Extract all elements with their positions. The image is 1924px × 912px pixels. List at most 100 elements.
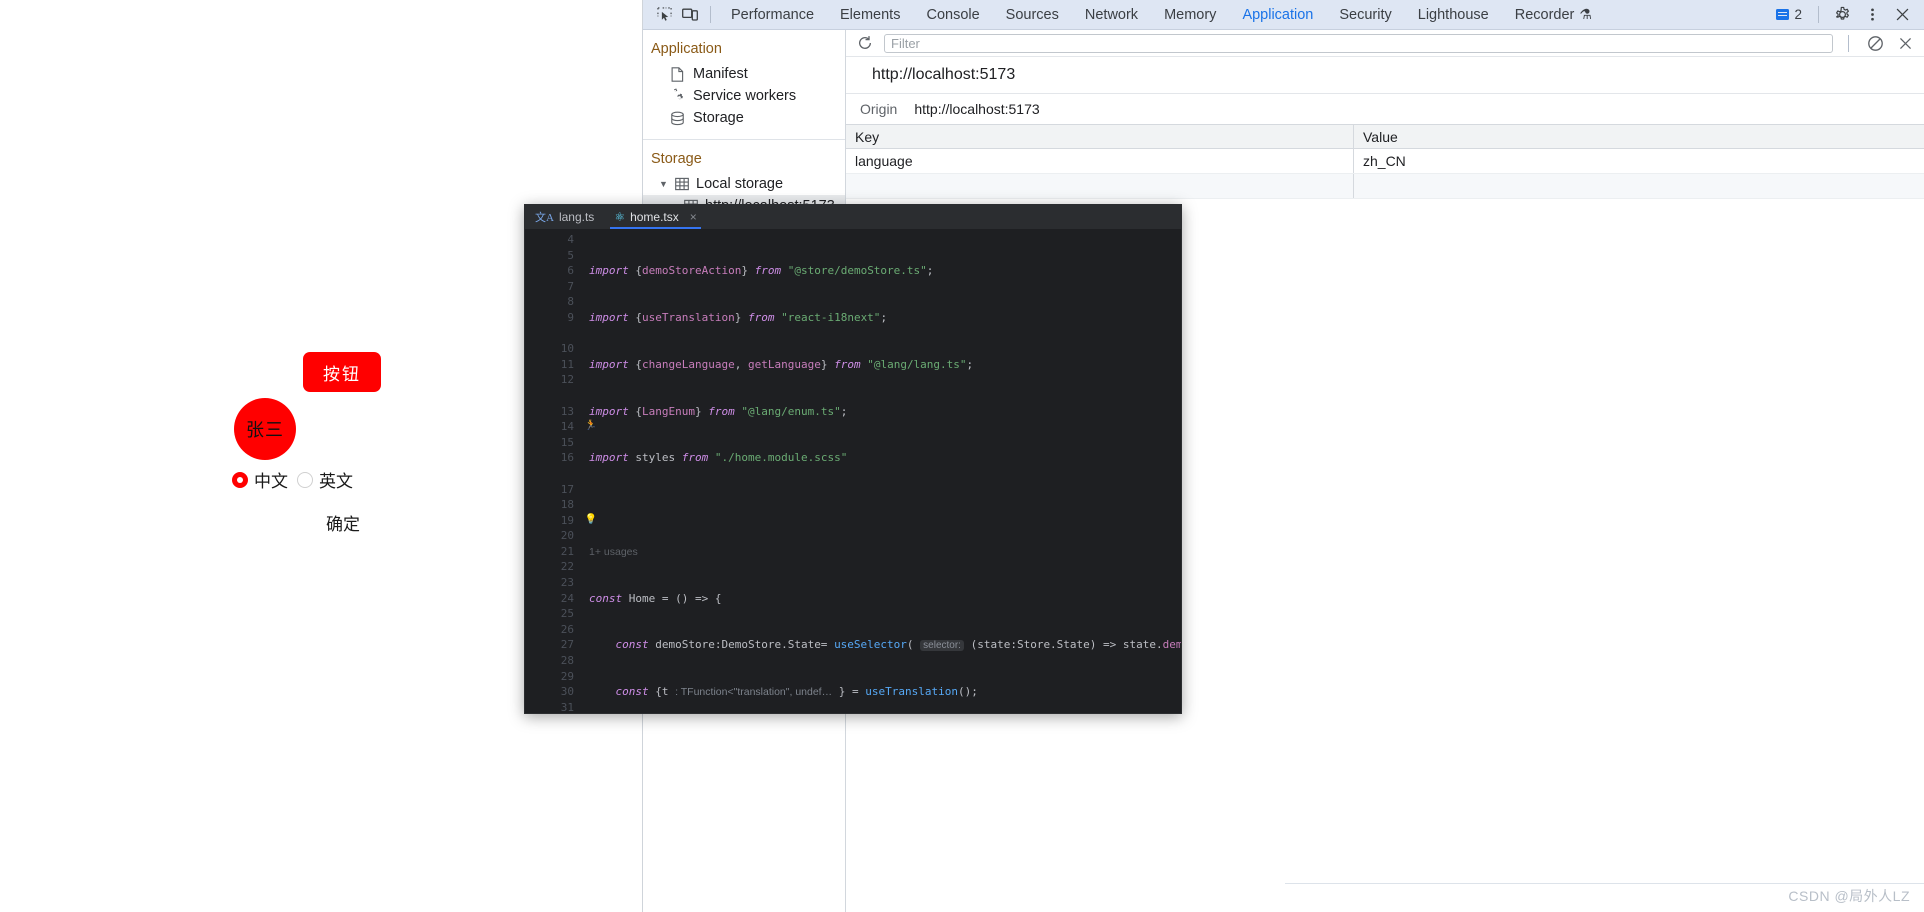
tab-recorder[interactable]: Recorder ⚗ bbox=[1502, 0, 1605, 29]
close-icon[interactable] bbox=[1888, 2, 1916, 28]
editor-gutter: 4 5 6 7 8 9 10 11 12 13 14 🏃 15 16 17 18… bbox=[525, 229, 597, 713]
line-number: 9 bbox=[567, 310, 574, 324]
tab-network[interactable]: Network bbox=[1072, 0, 1151, 29]
refresh-icon[interactable] bbox=[854, 32, 876, 54]
tab-recorder-label: Recorder bbox=[1514, 6, 1575, 23]
devtools-toolbar: Performance Elements Console Sources Net… bbox=[643, 0, 1924, 30]
line-number: 21 bbox=[560, 544, 574, 558]
sidebar-label-manifest: Manifest bbox=[693, 66, 748, 82]
line-number-usage-spacer bbox=[525, 388, 579, 404]
origin-value: http://localhost:5173 bbox=[914, 101, 1040, 117]
tab-memory[interactable]: Memory bbox=[1151, 0, 1229, 29]
line-number: 16 bbox=[560, 451, 574, 465]
gear-icon[interactable] bbox=[1828, 2, 1856, 28]
cell-key[interactable]: language bbox=[846, 149, 1354, 173]
demo-app-container: 按钮 张三 中文 英文 确定 bbox=[232, 352, 452, 535]
tab-console[interactable]: Console bbox=[913, 0, 992, 29]
line-number: 24 bbox=[560, 591, 574, 605]
origin-label: Origin bbox=[860, 101, 898, 117]
radio-label-english: 英文 bbox=[319, 472, 353, 491]
cell-value[interactable]: zh_CN bbox=[1354, 149, 1924, 173]
code-line-7: import {LangEnum} from "@lang/enum.ts"; bbox=[589, 404, 848, 418]
watermark-text: CSDN @局外人LZ bbox=[1788, 888, 1910, 904]
radio-dot-icon-english[interactable] bbox=[297, 471, 313, 488]
close-icon-tab[interactable]: × bbox=[690, 210, 697, 224]
editor-tab-label-home: home.tsx bbox=[630, 210, 679, 224]
toolbar-divider bbox=[710, 6, 711, 23]
code-editor-window: 文A lang.ts ⚛ home.tsx × 4 5 6 7 8 9 10 1… bbox=[524, 204, 1182, 714]
device-toolbar-icon[interactable] bbox=[677, 3, 703, 27]
issues-count: 2 bbox=[1794, 7, 1802, 22]
sidebar-tree-local-storage[interactable]: ▼ Local storage bbox=[643, 173, 845, 195]
toolbar-divider-right bbox=[1818, 6, 1819, 23]
storage-origin-row: Origin http://localhost:5173 bbox=[846, 94, 1924, 125]
more-vertical-icon[interactable] bbox=[1858, 2, 1886, 28]
code-line-8: import styles from "./home.module.scss" bbox=[589, 451, 848, 465]
column-header-value[interactable]: Value bbox=[1354, 125, 1924, 148]
line-number: 7 bbox=[567, 279, 574, 293]
screenshot-root: 按钮 张三 中文 英文 确定 Performance Elements Cons… bbox=[0, 0, 1924, 912]
table-row-empty[interactable] bbox=[846, 174, 1924, 199]
line-number: 18 bbox=[560, 498, 574, 512]
line-number: 27 bbox=[560, 638, 574, 652]
chevron-down-icon[interactable]: ▼ bbox=[659, 179, 668, 189]
tab-lighthouse[interactable]: Lighthouse bbox=[1405, 0, 1502, 29]
inspect-element-icon[interactable] bbox=[651, 3, 677, 27]
storage-toolbar bbox=[846, 30, 1924, 57]
line-number: 23 bbox=[560, 576, 574, 590]
radio-option-chinese[interactable]: 中文 bbox=[232, 467, 288, 492]
sidebar-label-storage: Storage bbox=[693, 110, 744, 126]
line-number: 11 bbox=[560, 357, 574, 371]
issues-counter-button[interactable]: 2 bbox=[1769, 3, 1809, 27]
editor-content[interactable]: 4 5 6 7 8 9 10 11 12 13 14 🏃 15 16 17 18… bbox=[525, 229, 1181, 713]
editor-tab-lang-ts[interactable]: 文A lang.ts bbox=[525, 205, 604, 229]
line-number: 15 bbox=[560, 435, 574, 449]
tab-sources[interactable]: Sources bbox=[993, 0, 1072, 29]
editor-tab-home-tsx[interactable]: ⚛ home.tsx × bbox=[604, 205, 707, 229]
radio-option-english[interactable]: 英文 bbox=[297, 467, 353, 492]
code-line-5: import {useTranslation} from "react-i18n… bbox=[589, 310, 888, 324]
editor-code-lines[interactable]: import {demoStoreAction} from "@store/de… bbox=[579, 229, 1181, 713]
issues-icon bbox=[1776, 9, 1790, 20]
sidebar-heading-storage: Storage bbox=[651, 151, 702, 167]
tab-application[interactable]: Application bbox=[1229, 0, 1326, 29]
sidebar-item-storage[interactable]: Storage bbox=[643, 107, 845, 129]
line-number: 29 bbox=[560, 669, 574, 683]
table-row[interactable]: language zh_CN bbox=[846, 149, 1924, 174]
filter-input[interactable] bbox=[884, 33, 1833, 53]
demo-primary-button[interactable]: 按钮 bbox=[303, 352, 381, 392]
line-number-usage-spacer bbox=[525, 466, 579, 482]
table-icon bbox=[674, 176, 690, 192]
sidebar-label-service-workers: Service workers bbox=[693, 88, 797, 104]
delete-selected-icon[interactable] bbox=[1894, 32, 1916, 54]
radio-dot-icon-chinese[interactable] bbox=[232, 471, 248, 488]
react-file-icon: ⚛ bbox=[614, 210, 626, 224]
table-header-row: Key Value bbox=[846, 125, 1924, 149]
line-number-usage-spacer bbox=[525, 326, 579, 342]
line-number: 17 bbox=[560, 482, 574, 496]
line-number: 19 💡 bbox=[525, 513, 597, 529]
storage-url-heading: http://localhost:5173 bbox=[846, 57, 1924, 94]
line-number-text: 14 bbox=[560, 420, 574, 434]
column-header-key[interactable]: Key bbox=[846, 125, 1354, 148]
bottom-divider bbox=[1285, 883, 1924, 884]
editor-scrollbar[interactable] bbox=[1172, 229, 1181, 713]
code-line-10: const Home = () => { bbox=[589, 591, 722, 605]
tab-elements[interactable]: Elements bbox=[827, 0, 913, 29]
cell-key-empty[interactable] bbox=[846, 174, 1354, 198]
tab-performance[interactable]: Performance bbox=[718, 0, 827, 29]
cell-value-empty[interactable] bbox=[1354, 174, 1924, 198]
document-icon bbox=[669, 66, 685, 82]
clear-all-icon[interactable] bbox=[1864, 32, 1886, 54]
code-inlay-usages-1: 1+ usages bbox=[589, 545, 638, 558]
demo-user-name: 张三 bbox=[246, 420, 284, 440]
demo-language-radio-group[interactable]: 中文 英文 bbox=[232, 467, 452, 492]
sidebar-item-service-workers[interactable]: Service workers bbox=[643, 85, 845, 107]
sidebar-item-manifest[interactable]: Manifest bbox=[643, 63, 845, 85]
devtools-panel-tabs: Performance Elements Console Sources Net… bbox=[718, 0, 1605, 29]
tab-security[interactable]: Security bbox=[1326, 0, 1404, 29]
editor-tab-label-lang: lang.ts bbox=[558, 210, 595, 224]
line-number: 14 🏃 bbox=[525, 419, 597, 435]
flask-icon: ⚗ bbox=[1579, 6, 1592, 22]
demo-user-avatar: 张三 bbox=[234, 398, 296, 460]
